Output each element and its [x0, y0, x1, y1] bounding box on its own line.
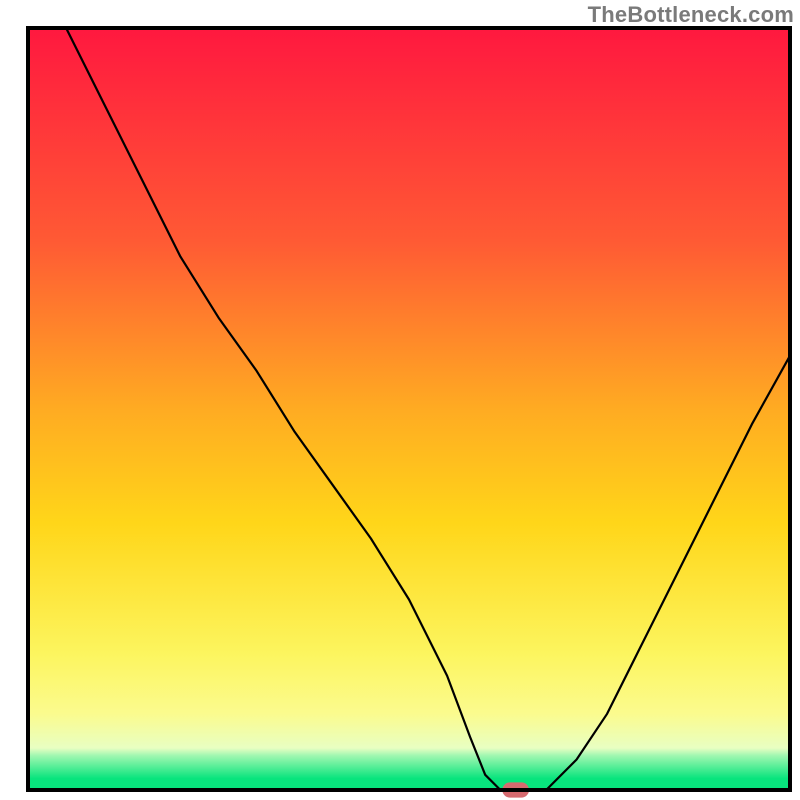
bottleneck-chart: TheBottleneck.com [0, 0, 800, 800]
watermark-text: TheBottleneck.com [588, 2, 794, 28]
chart-svg [0, 0, 800, 800]
